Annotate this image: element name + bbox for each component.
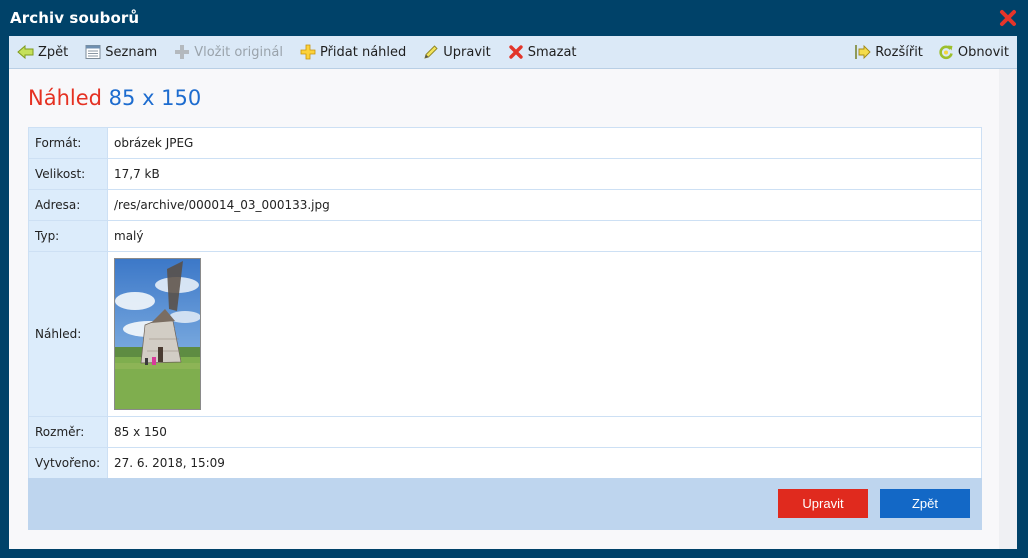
toolbar-left-group: Zpět Seznam Vložit originál Přidat náhle…: [17, 43, 593, 61]
expand-icon: [854, 43, 872, 61]
close-button[interactable]: [997, 7, 1019, 29]
type-label: Typ:: [28, 220, 108, 252]
arrow-left-icon: [17, 43, 35, 61]
created-value: 27. 6. 2018, 15:09: [107, 447, 982, 479]
toolbar-edit-label: Upravit: [443, 44, 491, 60]
size-value: 17,7 kB: [107, 158, 982, 190]
format-label: Formát:: [28, 127, 108, 159]
toolbar-list-button[interactable]: Seznam: [84, 43, 157, 61]
table-row: Formát: obrázek JPEG: [28, 127, 982, 159]
table-row: Náhled:: [28, 251, 982, 417]
table-row: Rozměr: 85 x 150: [28, 416, 982, 448]
toolbar-refresh-label: Obnovit: [957, 44, 1009, 60]
window-titlebar: Archiv souborů: [0, 0, 1028, 36]
delete-x-icon: [507, 43, 525, 61]
window-title: Archiv souborů: [10, 9, 140, 27]
table-row: Vytvořeno: 27. 6. 2018, 15:09: [28, 447, 982, 479]
type-value: malý: [107, 220, 982, 252]
toolbar-add-preview-label: Přidat náhled: [319, 44, 407, 60]
table-row: Adresa: /res/archive/000014_03_000133.jp…: [28, 189, 982, 221]
page-title-label: Náhled: [28, 86, 102, 110]
toolbar-insert-original-label: Vložit originál: [194, 44, 283, 60]
page-title-value: 85 x 150: [108, 86, 202, 110]
preview-label: Náhled:: [28, 251, 108, 417]
preview-cell: [107, 251, 982, 417]
toolbar: Zpět Seznam Vložit originál Přidat náhle…: [9, 36, 1017, 69]
address-value: /res/archive/000014_03_000133.jpg: [107, 189, 982, 221]
form-footer: Upravit Zpět: [28, 478, 982, 530]
archive-window: Archiv souborů Zpět Seznam Vložit origin…: [0, 0, 1028, 558]
refresh-icon: [937, 43, 955, 61]
plus-gray-icon: [173, 43, 191, 61]
toolbar-expand-button[interactable]: Rozšířit: [854, 43, 923, 61]
toolbar-insert-original-button[interactable]: Vložit originál: [173, 43, 283, 61]
toolbar-add-preview-button[interactable]: Přidat náhled: [299, 43, 406, 61]
toolbar-delete-button[interactable]: Smazat: [507, 43, 577, 61]
created-label: Vytvořeno:: [28, 447, 108, 479]
toolbar-back-label: Zpět: [38, 44, 69, 60]
toolbar-delete-label: Smazat: [527, 44, 577, 60]
toolbar-right-group: Rozšířit Obnovit: [840, 43, 1009, 61]
format-value: obrázek JPEG: [107, 127, 982, 159]
page-title: Náhled 85 x 150: [28, 86, 201, 110]
plus-yellow-icon: [299, 43, 317, 61]
close-icon: [1000, 10, 1016, 26]
preview-image[interactable]: [114, 258, 201, 410]
toolbar-edit-button[interactable]: Upravit: [422, 43, 491, 61]
toolbar-back-button[interactable]: Zpět: [17, 43, 68, 61]
dimension-value: 85 x 150: [107, 416, 982, 448]
toolbar-list-label: Seznam: [105, 44, 158, 60]
content-area: Náhled 85 x 150 Formát: obrázek JPEG Vel…: [9, 69, 1017, 549]
scrollbar-track[interactable]: [999, 69, 1017, 549]
size-label: Velikost:: [28, 158, 108, 190]
table-row: Typ: malý: [28, 220, 982, 252]
edit-button[interactable]: Upravit: [778, 489, 868, 518]
pencil-icon: [422, 43, 440, 61]
file-details-table: Formát: obrázek JPEG Velikost: 17,7 kB A…: [28, 127, 982, 479]
back-button[interactable]: Zpět: [880, 489, 970, 518]
windmill-image: [115, 259, 200, 409]
toolbar-expand-label: Rozšířit: [875, 44, 923, 60]
dimension-label: Rozměr:: [28, 416, 108, 448]
address-label: Adresa:: [28, 189, 108, 221]
toolbar-refresh-button[interactable]: Obnovit: [937, 43, 1009, 61]
table-row: Velikost: 17,7 kB: [28, 158, 982, 190]
list-icon: [84, 43, 102, 61]
